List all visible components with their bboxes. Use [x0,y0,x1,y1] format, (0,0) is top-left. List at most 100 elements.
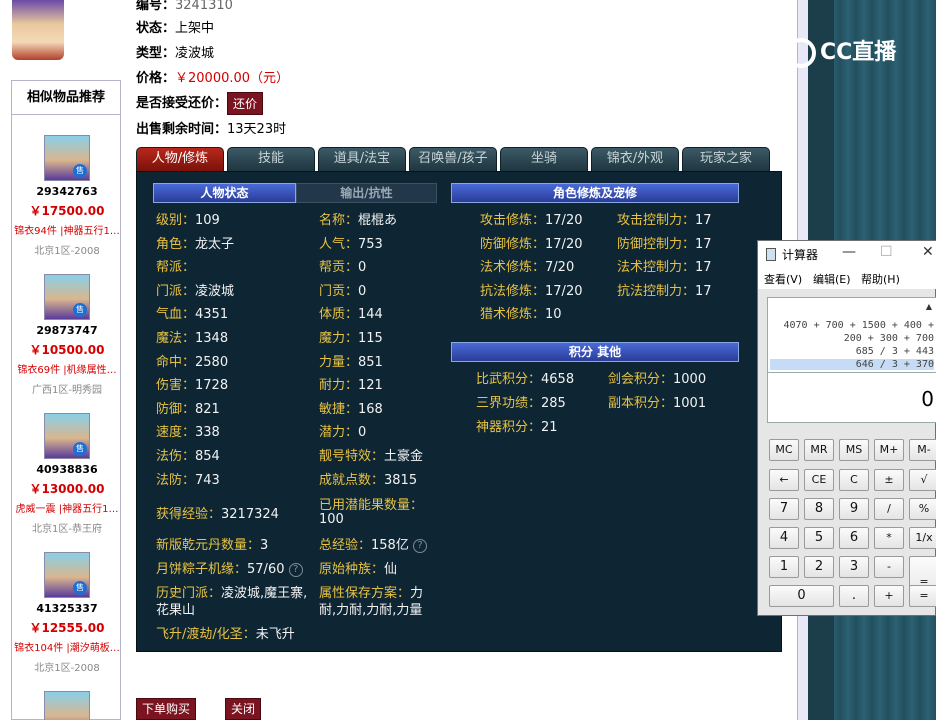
similar-item-price: ￥10500.00 [29,343,105,357]
similar-item-thumbnail[interactable]: 售 [44,135,90,181]
cultivation-stat-label: 猎术修炼： [480,307,546,323]
points-stat-value: 21 [541,420,558,435]
calc-key[interactable]: 7 [769,498,799,520]
cultivation-stat-label: 抗法修炼： [480,283,546,299]
trade-page: 相似物品推荐 售 29342763 ￥17500.00 锦衣94件 |神器五行1… [0,0,808,720]
potential-label: 已用潜能果数量： [319,498,424,513]
calc-key[interactable]: ← [769,469,799,491]
history-line-selected: 646 / 3 + 370 [770,359,934,370]
similar-item-desc[interactable]: 锦衣104件 |潮汐萌板… [12,639,122,654]
bargain-button[interactable]: 还价 [227,92,264,115]
tab-pets[interactable]: 召唤兽/孩子 [409,147,497,171]
close-button[interactable]: 关闭 [225,698,262,720]
calc-key[interactable]: / [874,498,904,520]
calculator-history: ▲ 4070 + 700 + 1500 + 400 + 200 + 300 + … [767,297,936,373]
calc-key[interactable]: 0 [769,585,834,607]
calc-key[interactable]: 5 [804,527,834,549]
calc-key[interactable]: % [909,498,936,520]
basic-stat-row: 伤害：1728 [156,374,228,393]
similar-item[interactable]: 售 29342763 ￥17500.00 锦衣94件 |神器五行1… 北京1区-… [12,135,122,257]
menu-view[interactable]: 查看(V) [764,271,802,287]
bargain-label: 是否接受还价： [136,96,228,111]
calc-key[interactable]: ± [874,469,904,491]
result-value: 0 [921,387,934,411]
attribute-stat-label: 门贡： [319,283,359,299]
calc-key[interactable]: M- [909,439,936,461]
basic-stat-label: 魔法： [156,331,196,346]
close-icon[interactable]: ✕ [922,244,934,260]
tab-items[interactable]: 道具/法宝 [318,147,406,171]
points-stat-label: 剑会积分： [608,372,674,387]
attribute-stat-row: 敏捷：168 [319,398,383,417]
buy-button[interactable]: 下单购买 [136,698,197,720]
minimize-icon[interactable]: — [842,244,856,260]
attribute-stat-row: 名称：棍棍あ [319,209,397,228]
menu-help[interactable]: 帮助(H) [861,271,900,287]
attribute-stat-row: 靓号特效：土豪金 [319,445,423,464]
similar-item[interactable]: 售 41325337 ￥12555.00 锦衣104件 |潮汐萌板… 北京1区-… [12,552,122,674]
basic-stat-label: 气血： [156,307,196,323]
similar-item[interactable] [12,691,122,720]
control-stat-row: 抗法控制力：17 [617,280,712,299]
calculator-titlebar[interactable]: 计算器 — ☐ ✕ [758,241,936,267]
similar-item[interactable]: 售 40938836 ￥13000.00 虎威一震 |神器五行1… 北京1区-恭… [12,413,122,535]
scroll-arrows-icon[interactable]: ▲ [926,302,932,311]
similar-item-desc[interactable]: 锦衣69件 |机缘属性… [12,361,122,376]
calc-key[interactable]: 3 [839,556,869,578]
status-value: 上架中 [175,21,215,36]
calc-key[interactable]: 2 [804,556,834,578]
similar-item-server: 北京1区-2008 [34,663,100,674]
attribute-stat-row: 成就点数：3815 [319,469,417,488]
calc-key[interactable]: . [839,585,869,607]
similar-item-thumbnail[interactable]: 售 [44,552,90,598]
tab-skills[interactable]: 技能 [227,147,315,171]
calc-key[interactable]: = [909,585,936,607]
calc-key[interactable]: 1/x [909,527,936,549]
tab-character[interactable]: 人物/修炼 [136,147,224,171]
help-icon[interactable]: ? [412,538,427,553]
calc-key[interactable]: MC [769,439,799,461]
calc-key[interactable]: - [874,556,904,578]
tab-mounts[interactable]: 坐骑 [500,147,588,171]
calc-key[interactable]: + [874,585,904,607]
calc-key[interactable]: * [874,527,904,549]
similar-item-id: 29342763 [36,185,98,198]
sale-badge: 售 [73,581,87,595]
calc-key[interactable]: 8 [804,498,834,520]
similar-item-thumbnail[interactable] [44,691,90,720]
calc-key[interactable]: 1 [769,556,799,578]
similar-item-desc[interactable]: 虎威一震 |神器五行1… [12,500,122,515]
maximize-icon[interactable]: ☐ [880,244,893,260]
history-line: 4070 + 700 + 1500 + 400 + [783,320,934,331]
subtab-status[interactable]: 人物状态 [153,183,296,203]
calc-key[interactable]: √ [909,469,936,491]
menu-edit[interactable]: 编辑(E) [813,271,851,287]
calc-key[interactable]: MR [804,439,834,461]
attribute-stat-value: 851 [358,354,383,370]
calc-key[interactable]: MS [839,439,869,461]
help-icon[interactable]: ? [288,562,303,577]
similar-item-thumbnail[interactable]: 售 [44,274,90,320]
calc-key[interactable]: M+ [874,439,904,461]
calc-key[interactable]: 6 [839,527,869,549]
calc-key[interactable]: 9 [839,498,869,520]
calc-key[interactable]: CE [804,469,834,491]
history-line: 685 / 3 + 443 [855,346,934,357]
history-line: 200 + 300 + 700 [843,333,934,344]
similar-item-desc[interactable]: 锦衣94件 |神器五行1… [12,222,122,237]
attribute-stat-value: 753 [358,236,383,252]
item-id-label: 编号： [136,0,176,13]
tab-home[interactable]: 玩家之家 [682,147,770,171]
similar-item[interactable]: 售 29873747 ￥10500.00 锦衣69件 |机缘属性… 广西1区-明… [12,274,122,396]
subtab-output-resist[interactable]: 输出/抗性 [296,183,437,203]
attr-save-value-2: 耐,力耐,力耐,力量 [319,603,423,618]
calc-key[interactable]: 4 [769,527,799,549]
calc-key[interactable]: C [839,469,869,491]
attribute-stat-label: 体质： [319,307,359,323]
cultivation-stat-value: 17/20 [545,236,583,252]
attribute-stat-value: 棍棍あ [358,213,398,228]
tab-outfits[interactable]: 锦衣/外观 [591,147,679,171]
cultivation-stat-value: 7/20 [545,260,575,276]
similar-item-thumbnail[interactable]: 售 [44,413,90,459]
points-stat-value: 1000 [673,372,707,387]
